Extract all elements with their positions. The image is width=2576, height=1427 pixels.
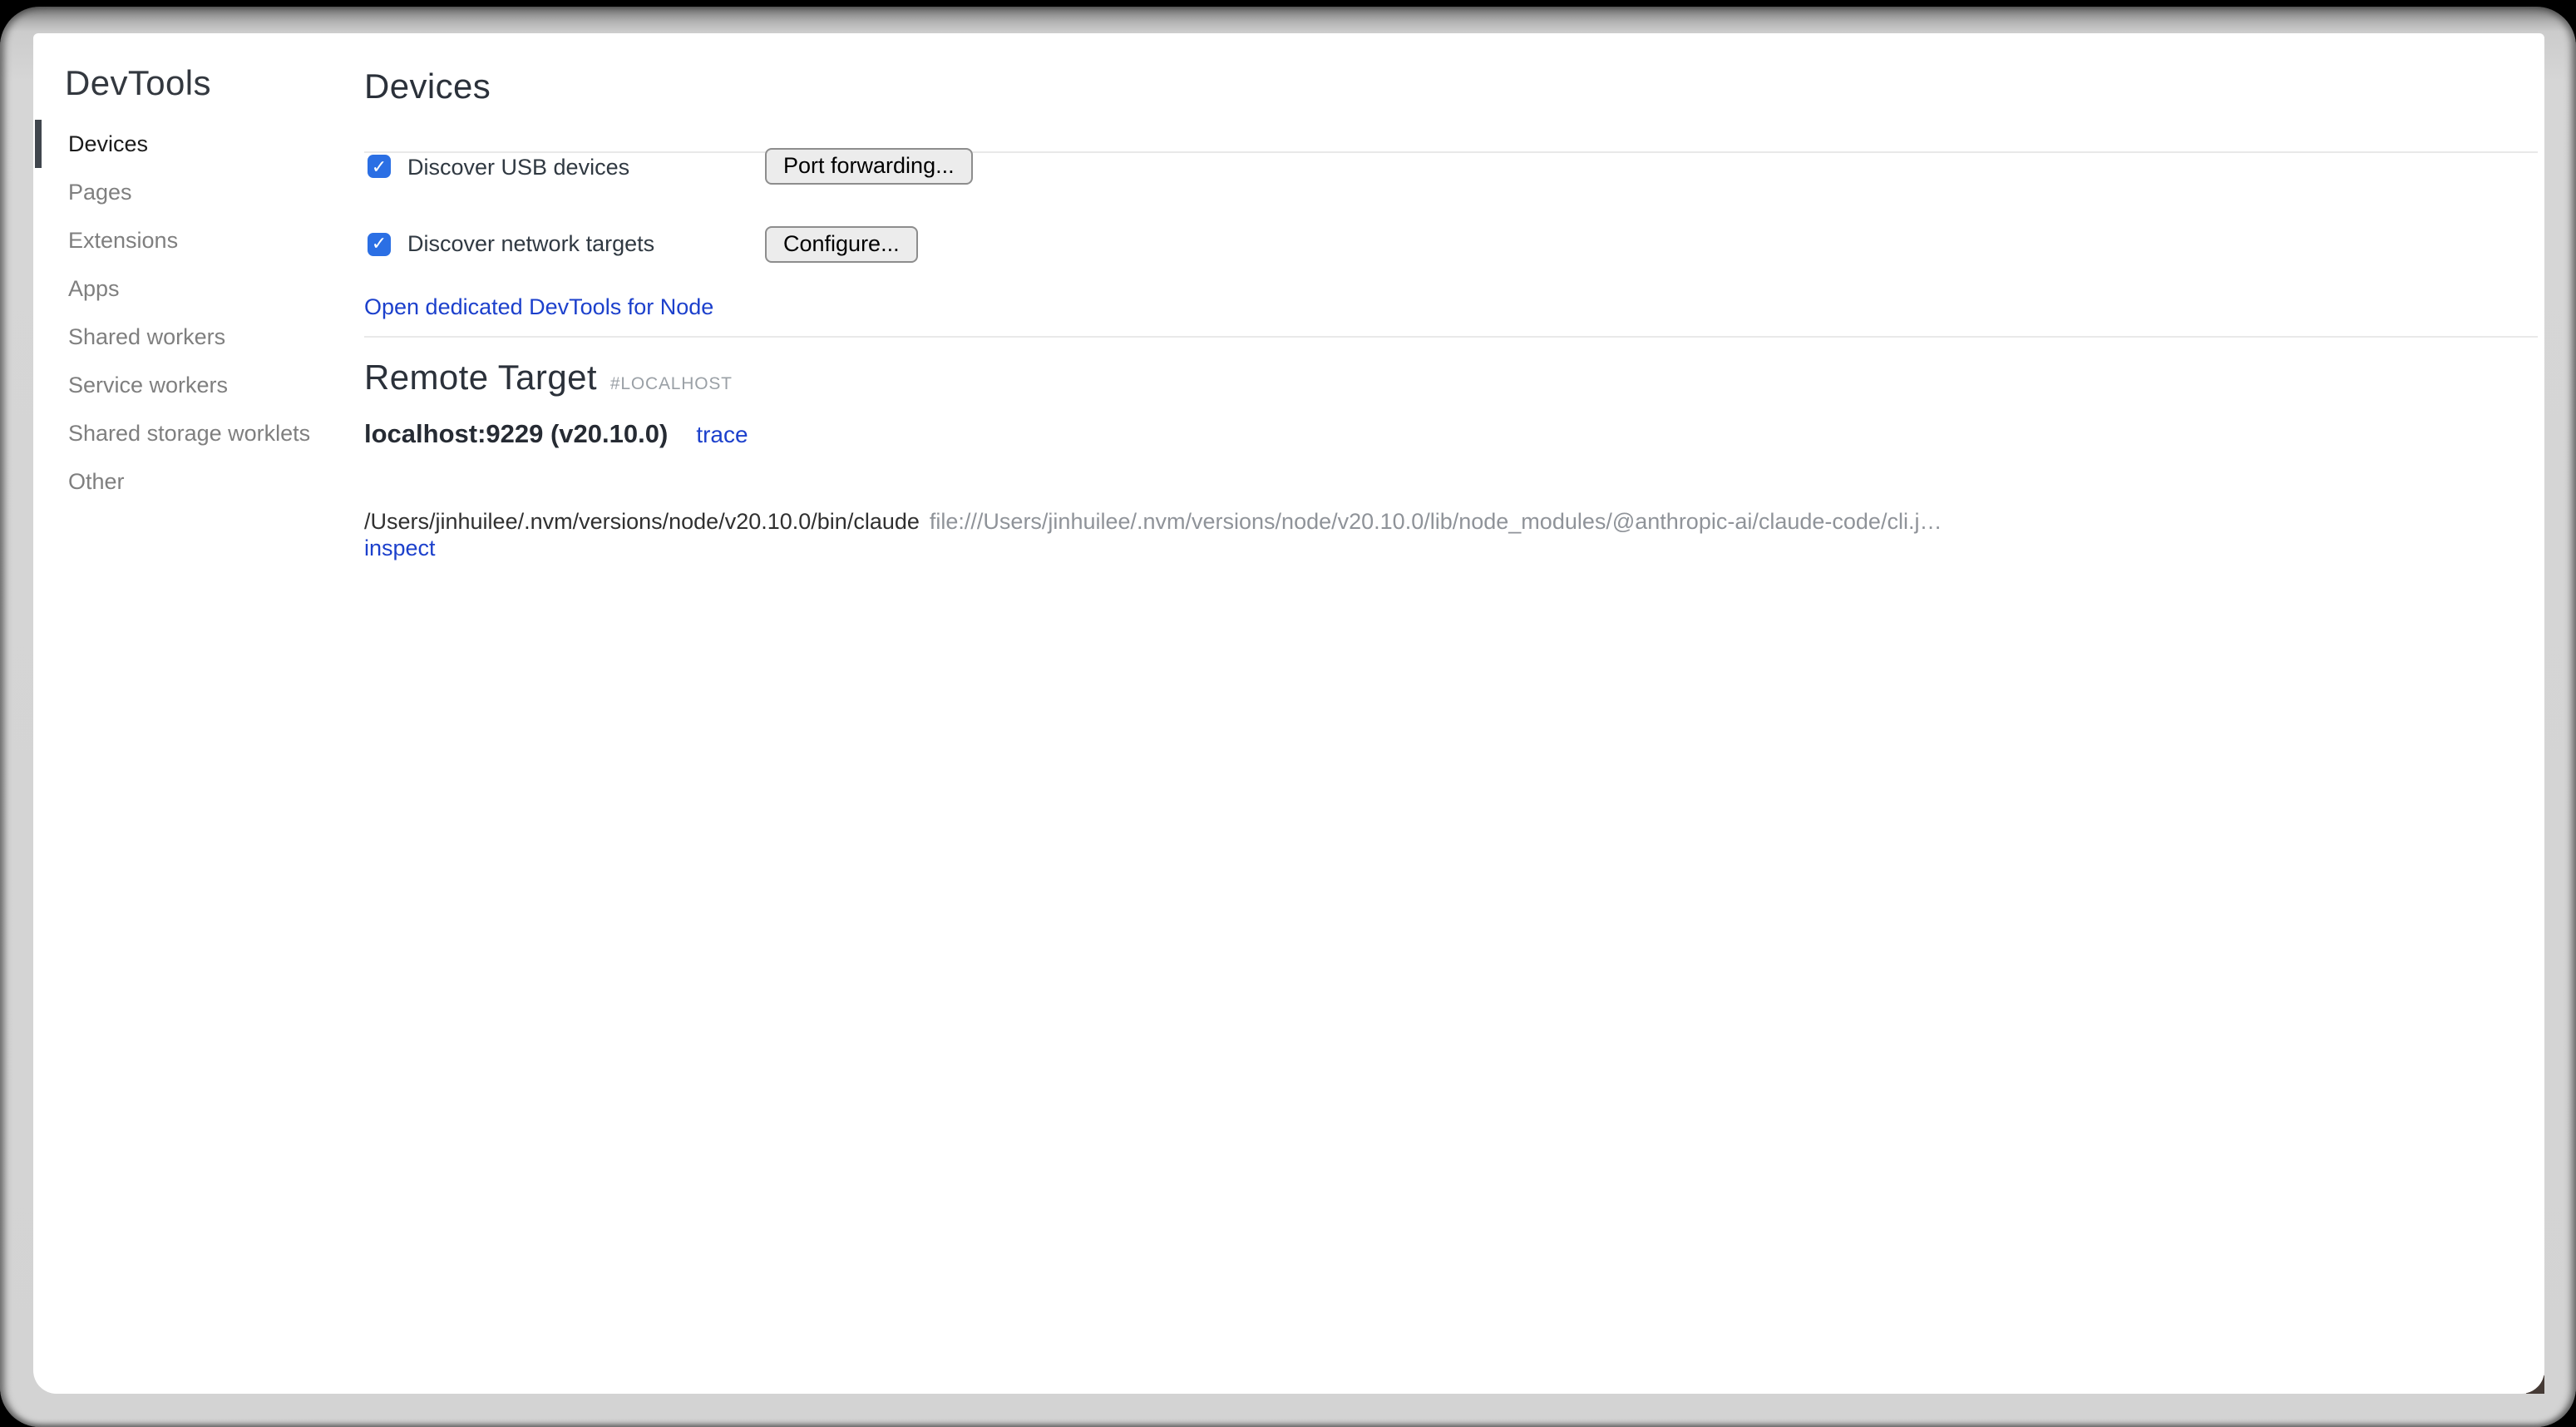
sidebar-item-label: Pages xyxy=(68,180,132,205)
section-divider xyxy=(364,335,2538,337)
sidebar-item-apps[interactable]: Apps xyxy=(33,264,364,313)
discover-network-row: ✓ Discover network targets xyxy=(368,225,654,262)
checkmark-icon: ✓ xyxy=(372,235,387,253)
sidebar-item-service-workers[interactable]: Service workers xyxy=(33,361,364,409)
port-forwarding-button[interactable]: Port forwarding... xyxy=(765,148,973,185)
sidebar-nav: Devices Pages Extensions Apps Shared wor… xyxy=(33,120,364,506)
target-row: localhost:9229 (v20.10.0) trace xyxy=(364,420,748,450)
page-title: Devices xyxy=(364,68,491,108)
checkmark-icon: ✓ xyxy=(372,157,387,175)
sidebar-item-shared-workers[interactable]: Shared workers xyxy=(33,313,364,361)
active-item-indicator xyxy=(34,120,41,168)
open-node-devtools-link[interactable]: Open dedicated DevTools for Node xyxy=(364,294,713,318)
discover-usb-checkbox[interactable]: ✓ xyxy=(368,155,391,178)
remote-target-title: Remote Target xyxy=(364,359,597,399)
sidebar-item-label: Shared workers xyxy=(68,324,225,349)
app-title: DevTools xyxy=(65,65,211,105)
discover-usb-row: ✓ Discover USB devices xyxy=(368,148,629,185)
process-url: file:///Users/jinhuilee/.nvm/versions/no… xyxy=(930,508,1942,533)
sidebar-item-extensions[interactable]: Extensions xyxy=(33,216,364,264)
sidebar-item-label: Shared storage worklets xyxy=(68,421,310,446)
discover-network-label: Discover network targets xyxy=(407,231,654,256)
screenshot-root: DevTools Devices Pages Extensions Apps S… xyxy=(0,0,2576,1427)
sidebar-item-shared-storage-worklets[interactable]: Shared storage worklets xyxy=(33,409,364,457)
process-path-line: /Users/jinhuilee/.nvm/versions/node/v20.… xyxy=(364,508,2511,535)
sidebar-item-devices[interactable]: Devices xyxy=(33,120,364,168)
sidebar-item-pages[interactable]: Pages xyxy=(33,168,364,216)
trace-link[interactable]: trace xyxy=(696,420,748,447)
target-name: localhost:9229 (v20.10.0) xyxy=(364,420,668,450)
discover-usb-label: Discover USB devices xyxy=(407,154,629,179)
inspect-link[interactable]: inspect xyxy=(364,535,436,560)
sidebar-item-label: Devices xyxy=(68,131,148,156)
sidebar-item-label: Other xyxy=(68,469,125,494)
section-divider xyxy=(364,151,2538,152)
sidebar-item-other[interactable]: Other xyxy=(33,457,364,506)
sidebar-item-label: Service workers xyxy=(68,373,228,397)
sidebar-item-label: Apps xyxy=(68,276,120,301)
target-details: /Users/jinhuilee/.nvm/versions/node/v20.… xyxy=(364,508,2511,561)
sidebar-item-label: Extensions xyxy=(68,228,178,253)
process-path: /Users/jinhuilee/.nvm/versions/node/v20.… xyxy=(364,508,920,533)
discover-network-checkbox[interactable]: ✓ xyxy=(368,232,391,255)
content-panel: DevTools Devices Pages Extensions Apps S… xyxy=(33,33,2544,1394)
configure-button[interactable]: Configure... xyxy=(765,225,918,262)
remote-target-heading: Remote Target #LOCALHOST xyxy=(364,359,733,399)
localhost-badge: #LOCALHOST xyxy=(610,374,733,394)
